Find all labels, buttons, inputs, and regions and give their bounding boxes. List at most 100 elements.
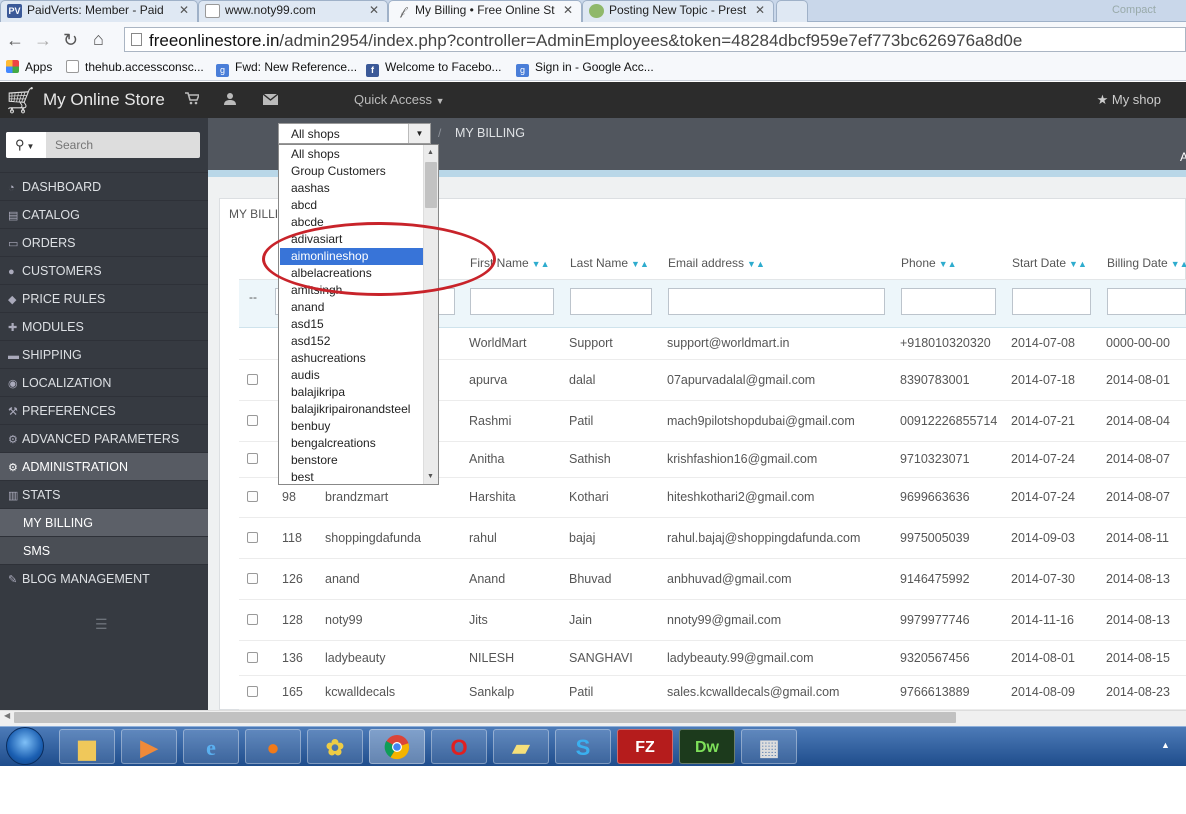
sidebar-item-price-rules[interactable]: ◆ PRICE RULES: [0, 284, 208, 312]
chrome-icon[interactable]: [369, 729, 425, 764]
search-input[interactable]: [48, 134, 198, 156]
calculator-icon[interactable]: ▦: [741, 729, 797, 764]
browser-tab-paidverts[interactable]: PV PaidVerts: Member - Paid ✕: [0, 0, 198, 22]
skype-icon[interactable]: S: [555, 729, 611, 764]
shop-option[interactable]: ashucreations: [280, 350, 424, 367]
my-shop-link[interactable]: ★ My shop: [1097, 92, 1161, 108]
forward-arrow-icon[interactable]: →: [34, 29, 52, 51]
row-checkbox[interactable]: [247, 686, 258, 697]
sidebar-item-dashboard[interactable]: ◔ DASHBOARD: [0, 172, 208, 200]
shop-option[interactable]: Group Customers: [280, 163, 424, 180]
row-checkbox[interactable]: [247, 491, 258, 502]
sidebar-item-administration[interactable]: ⚙ ADMINISTRATION: [0, 452, 208, 480]
sidebar-item-customers[interactable]: ● CUSTOMERS: [0, 256, 208, 284]
close-tab-icon[interactable]: ✕: [755, 3, 765, 17]
shop-option[interactable]: bengalcreations: [280, 435, 424, 452]
bookmark-thehub[interactable]: thehub.accessconsc...: [66, 60, 204, 74]
row-checkbox[interactable]: [247, 414, 258, 426]
column-billing-date[interactable]: Billing Date ▼▲: [1107, 256, 1186, 270]
sidebar-item-advanced-parameters[interactable]: ⚙ ADVANCED PARAMETERS: [0, 424, 208, 452]
quick-access-menu[interactable]: Quick Access ▼: [354, 92, 445, 107]
shop-option[interactable]: audis: [280, 367, 424, 384]
sidebar-item-sms[interactable]: SMS: [0, 536, 208, 564]
home-icon[interactable]: ⌂: [93, 28, 104, 50]
collapse-menu-icon[interactable]: ☰: [95, 616, 108, 633]
sort-arrows-icon[interactable]: ▼▲: [532, 259, 550, 269]
filter-phone-input[interactable]: [901, 288, 996, 315]
customer-user-icon[interactable]: [224, 92, 236, 108]
close-tab-icon[interactable]: ✕: [563, 3, 573, 17]
sidebar-item-localization[interactable]: ◉ LOCALIZATION: [0, 368, 208, 396]
sidebar-item-my-billing[interactable]: MY BILLING: [0, 508, 208, 536]
row-checkbox[interactable]: [247, 651, 258, 663]
browser-tab-my-billing[interactable]: 𝒻 My Billing • Free Online St ✕: [388, 0, 582, 22]
sort-arrows-icon[interactable]: ▼▲: [1171, 259, 1186, 269]
shop-option[interactable]: aashas: [280, 180, 424, 197]
shop-option[interactable]: asd152: [280, 333, 424, 350]
store-title[interactable]: My Online Store: [43, 90, 165, 110]
dropdown-arrow-icon[interactable]: ▼: [408, 124, 430, 143]
explorer-icon[interactable]: ▆: [59, 729, 115, 764]
row-checkbox[interactable]: [247, 613, 258, 625]
back-arrow-icon[interactable]: ←: [6, 29, 24, 51]
bookmark-apps[interactable]: Apps: [6, 60, 52, 74]
column-phone[interactable]: Phone ▼▲: [901, 256, 957, 270]
shop-option[interactable]: abcd: [280, 197, 424, 214]
sort-arrows-icon[interactable]: ▼▲: [747, 259, 765, 269]
start-button[interactable]: [6, 727, 44, 765]
shop-option[interactable]: anand: [280, 299, 424, 316]
scroll-left-icon[interactable]: ◀: [4, 711, 10, 720]
shop-option[interactable]: All shops: [280, 146, 424, 163]
filter-billing-date-input[interactable]: [1107, 288, 1186, 315]
sidebar-item-catalog[interactable]: ▤ CATALOG: [0, 200, 208, 228]
row-checkbox[interactable]: [247, 531, 258, 543]
close-tab-icon[interactable]: ✕: [179, 3, 189, 17]
shop-option[interactable]: benbuy: [280, 418, 424, 435]
dropdown-scroll-thumb[interactable]: [425, 162, 437, 208]
sort-arrows-icon[interactable]: ▼▲: [1069, 259, 1087, 269]
bookmark-fwd-reference[interactable]: g Fwd: New Reference...: [216, 60, 357, 77]
dreamweaver-icon[interactable]: Dw: [679, 729, 735, 764]
firefox-icon[interactable]: ●: [245, 729, 301, 764]
sort-arrows-icon[interactable]: ▼▲: [939, 259, 957, 269]
window-control[interactable]: Compact: [1112, 4, 1156, 16]
scroll-up-icon[interactable]: ▲: [427, 149, 434, 156]
sort-arrows-icon[interactable]: ▼▲: [631, 259, 649, 269]
address-bar[interactable]: freeonlinestore.in/admin2954/index.php?c…: [124, 27, 1186, 52]
sidebar-item-stats[interactable]: ▥ STATS: [0, 480, 208, 508]
sidebar-item-preferences[interactable]: ⚒ PREFERENCES: [0, 396, 208, 424]
search-type-button[interactable]: ⚲ ▼: [6, 132, 46, 158]
shop-option[interactable]: best: [280, 469, 424, 486]
internet-explorer-icon[interactable]: e: [183, 729, 239, 764]
filezilla-icon[interactable]: FZ: [617, 729, 673, 764]
shop-option[interactable]: benstore: [280, 452, 424, 469]
shop-option[interactable]: balajikripaironandsteel: [280, 401, 424, 418]
shop-context-select[interactable]: All shops ▼: [278, 123, 431, 144]
filter-email-input[interactable]: [668, 288, 885, 315]
sidebar-item-shipping[interactable]: ▬ SHIPPING: [0, 340, 208, 368]
sticky-notes-icon[interactable]: ▰: [493, 729, 549, 764]
reload-icon[interactable]: ↻: [63, 29, 78, 51]
row-checkbox[interactable]: [247, 572, 258, 584]
column-last-name[interactable]: Last Name ▼▲: [570, 256, 649, 270]
column-start-date[interactable]: Start Date ▼▲: [1012, 256, 1087, 270]
scroll-down-icon[interactable]: ▼: [427, 473, 434, 480]
new-tab-button[interactable]: [776, 0, 808, 22]
bookmark-facebook[interactable]: f Welcome to Facebo...: [366, 60, 502, 77]
row-checkbox[interactable]: [247, 453, 258, 464]
sidebar-item-blog-management[interactable]: ✎ BLOG MANAGEMENT: [0, 564, 208, 592]
sidebar-item-orders[interactable]: ▭ ORDERS: [0, 228, 208, 256]
filter-start-date-input[interactable]: [1012, 288, 1091, 315]
browser-tab-posting[interactable]: Posting New Topic - Prest ✕: [582, 0, 774, 22]
filter-first-name-input[interactable]: [470, 288, 554, 315]
row-checkbox[interactable]: [247, 373, 258, 385]
close-tab-icon[interactable]: ✕: [369, 3, 379, 17]
messages-envelope-icon[interactable]: [262, 92, 279, 108]
picasa-icon[interactable]: ✿: [307, 729, 363, 764]
filter-last-name-input[interactable]: [570, 288, 652, 315]
browser-tab-noty99[interactable]: www.noty99.com ✕: [198, 0, 388, 22]
shop-option[interactable]: asd15: [280, 316, 424, 333]
column-email[interactable]: Email address ▼▲: [668, 256, 765, 270]
sidebar-item-modules[interactable]: ✚ MODULES: [0, 312, 208, 340]
orders-cart-icon[interactable]: [185, 92, 201, 108]
